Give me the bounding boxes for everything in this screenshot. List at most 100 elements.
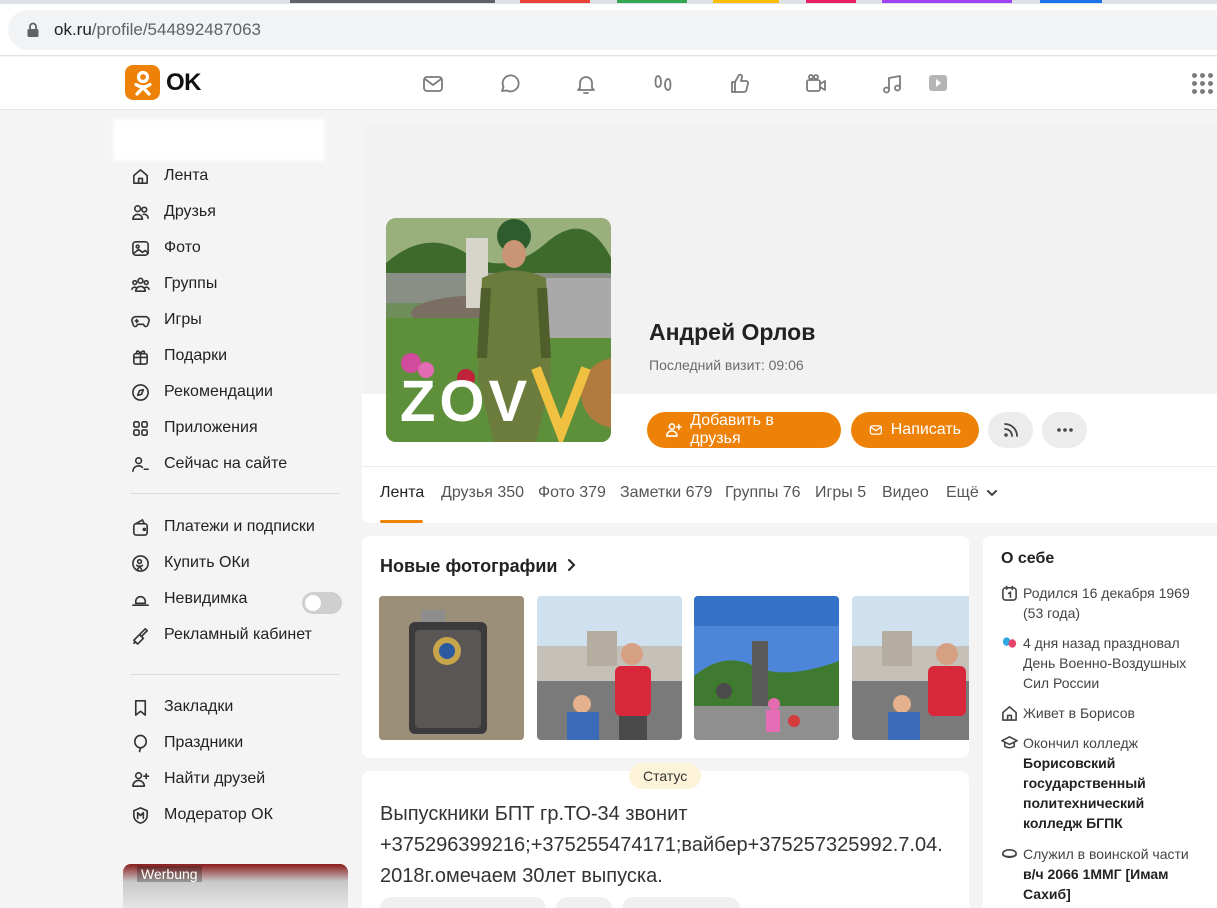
url-field[interactable]: ok.ru/profile/544892487063 (8, 10, 1217, 50)
tab-notes[interactable]: Заметки 679 (620, 484, 712, 502)
tab-count: 350 (497, 484, 525, 501)
gift-icon (130, 346, 150, 366)
avatar-caption: ZOV (400, 369, 531, 434)
sidebar-item-label: Рекомендации (164, 383, 273, 400)
sidebar-item-games[interactable]: Игры (130, 308, 202, 332)
sidebar-item-label: Платежи и подписки (164, 518, 315, 535)
graduation-cap-icon (1001, 733, 1021, 833)
sidebar-item-label: Рекламный кабинет (164, 626, 312, 643)
sidebar-item-invisible[interactable]: Невидимка (130, 587, 247, 611)
sidebar-item-recommendations[interactable]: Рекомендации (130, 380, 273, 404)
sidebar-item-feed[interactable]: Лента (130, 164, 208, 188)
tab-count: 679 (685, 484, 713, 501)
edu-name[interactable]: Борисовский государственный политехничес… (1023, 755, 1146, 831)
music-icon[interactable] (877, 69, 907, 99)
tab-label: Группы (725, 484, 779, 501)
video-icon[interactable] (801, 69, 831, 99)
sidebar-divider (130, 674, 340, 675)
chat-icon[interactable] (495, 69, 525, 99)
profile-avatar[interactable]: ZOV (386, 218, 611, 442)
tab-photo[interactable]: Фото 379 (538, 484, 606, 502)
home-icon (130, 166, 150, 186)
tab-label: Видео (882, 484, 929, 501)
coin-icon (130, 553, 150, 573)
write-label: Написать (890, 421, 961, 438)
bookmark-icon (130, 697, 150, 717)
more-icon (1056, 428, 1073, 432)
about-army-text: Служил в воинской части в/ч 2066 1ММГ [Им… (1023, 844, 1203, 904)
army-name[interactable]: в/ч 2066 1ММГ [Имам Сахиб] (1023, 866, 1169, 902)
about-lives-text: Живет в Борисов (1023, 705, 1135, 721)
sidebar-item-friends[interactable]: Друзья (130, 200, 216, 224)
play-icon[interactable] (923, 69, 953, 99)
ad-banner[interactable]: Werbung (123, 864, 348, 908)
sidebar-item-gifts[interactable]: Подарки (130, 344, 227, 368)
new-photos-title[interactable]: Новые фотографии (380, 556, 576, 577)
add-friend-button[interactable]: Добавить в друзья (647, 412, 841, 448)
tab-groups[interactable]: Группы 76 (725, 484, 801, 502)
megaphone-icon (130, 625, 150, 645)
sidebar-item-moderator[interactable]: Модератор ОК (130, 803, 273, 827)
photo-thumbnail[interactable] (379, 596, 524, 740)
subscribe-button[interactable] (988, 412, 1033, 448)
invisible-toggle[interactable] (302, 592, 342, 614)
comment-button[interactable] (380, 897, 546, 908)
friends-icon (130, 202, 150, 222)
browser-address-bar: ok.ru/profile/544892487063 (0, 4, 1217, 56)
tab-count: 5 (857, 484, 867, 501)
thumbs-up-icon[interactable] (725, 69, 755, 99)
bell-icon[interactable] (571, 69, 601, 99)
sidebar-item-label: Модератор ОК (164, 806, 273, 823)
sidebar-item-label: Группы (164, 275, 218, 292)
chevron-down-icon (987, 490, 998, 497)
like-button[interactable] (622, 897, 740, 908)
tab-label: Друзья (441, 484, 493, 501)
photo-station-2 (852, 596, 969, 740)
sidebar-item-groups[interactable]: Группы (130, 272, 217, 296)
user-name-redacted (113, 119, 325, 161)
ok-logo[interactable]: OK (125, 65, 202, 100)
sidebar-item-label: Друзья (164, 203, 216, 220)
calendar-icon (1001, 583, 1021, 623)
sidebar-item-holidays[interactable]: Праздники (130, 731, 243, 755)
tab-feed[interactable]: Лента (380, 484, 424, 502)
tab-games[interactable]: Игры 5 (815, 484, 866, 502)
tab-more[interactable]: Ещё (946, 484, 998, 502)
add-friend-label: Добавить в друзья (690, 412, 774, 447)
sidebar-item-apps[interactable]: Приложения (130, 416, 258, 440)
status-badge: Статус (629, 763, 702, 789)
sidebar-item-ad-cabinet[interactable]: Рекламный кабинет (130, 623, 312, 647)
last-visit: Последний визит: 09:06 (649, 357, 804, 373)
sidebar-item-buy-oki[interactable]: Купить ОКи (130, 551, 250, 575)
photo-flask (379, 596, 524, 740)
url-path: /profile/544892487063 (91, 20, 261, 39)
photo-thumbnail[interactable] (537, 596, 682, 740)
share-button[interactable] (556, 897, 612, 908)
tab-friends[interactable]: Друзья 350 (441, 484, 524, 502)
ok-logo-mark (125, 65, 160, 100)
ok-logo-text: OK (166, 68, 202, 96)
footprints-icon[interactable] (648, 69, 678, 99)
tab-count: 379 (579, 484, 606, 501)
photo-thumbnail[interactable] (852, 596, 969, 740)
more-options-button[interactable] (1042, 412, 1087, 448)
sidebar-item-online[interactable]: Сейчас на сайте (130, 452, 287, 476)
sidebar-item-find-friends[interactable]: Найти друзей (130, 767, 265, 791)
chevron-right-icon (568, 559, 576, 571)
sidebar-item-photo[interactable]: Фото (130, 236, 201, 260)
mail-icon[interactable] (418, 69, 448, 99)
apps-grid-icon[interactable] (1192, 73, 1216, 97)
sidebar-item-label: Сейчас на сайте (164, 455, 288, 472)
url-host: ok.ru (54, 20, 92, 39)
lock-icon (27, 22, 39, 37)
army-cap-icon (1001, 844, 1021, 904)
write-message-button[interactable]: Написать (851, 412, 979, 448)
tab-video[interactable]: Видео (882, 484, 929, 502)
photo-thumbnail[interactable] (694, 596, 839, 740)
invisible-icon (130, 589, 150, 609)
sidebar-item-bookmarks[interactable]: Закладки (130, 695, 233, 719)
sidebar-item-payments[interactable]: Платежи и подписки (130, 515, 315, 539)
tab-label: Лента (380, 484, 425, 501)
ok-header: OK (0, 57, 1217, 110)
tab-label: Фото (538, 484, 575, 501)
